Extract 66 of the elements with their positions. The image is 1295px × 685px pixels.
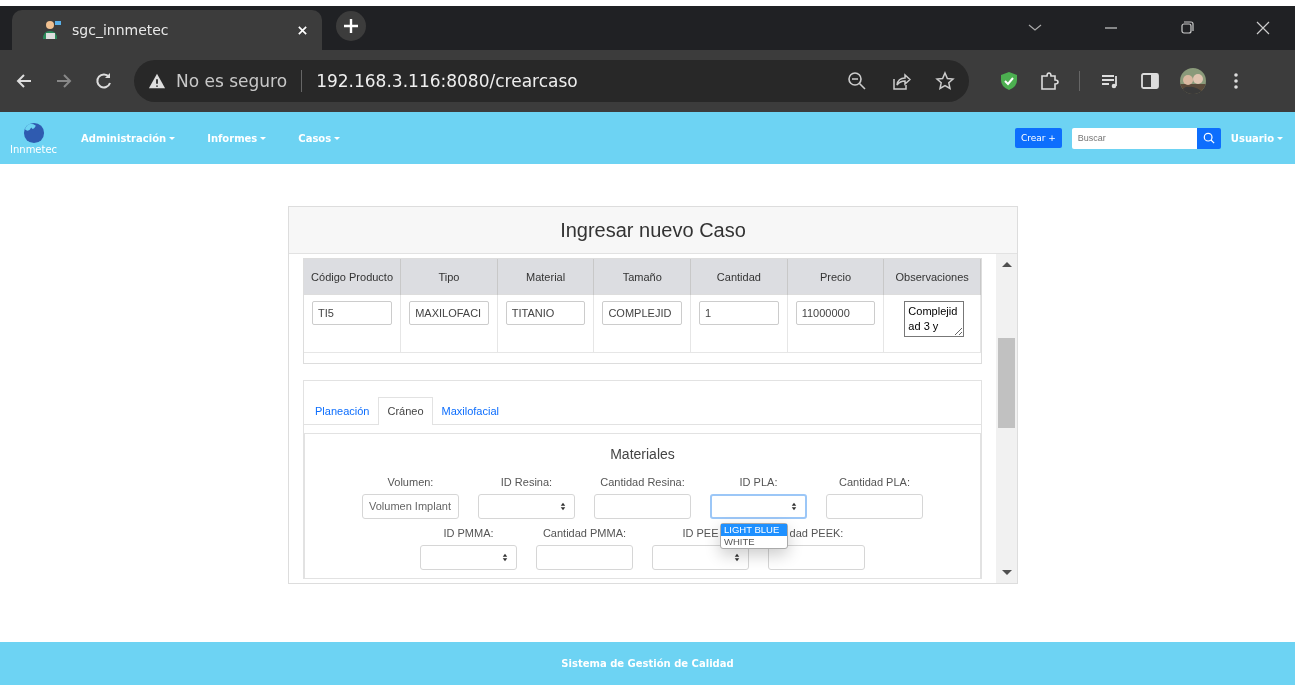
field-label: Cantidad PMMA: — [542, 526, 627, 539]
url-text: 192.168.3.116:8080/crearcaso — [316, 71, 578, 91]
person-laptop-icon — [42, 20, 62, 40]
column-header: Tamaño — [593, 259, 691, 295]
field-label: dad PEEK: — [789, 526, 844, 539]
star-icon[interactable] — [935, 71, 955, 91]
column-header: Material — [497, 259, 594, 295]
column-header: Observaciones — [883, 259, 981, 295]
search-button[interactable] — [1196, 127, 1221, 149]
select-field[interactable] — [420, 544, 517, 570]
scrollbar[interactable] — [996, 254, 1017, 583]
column-header: Código Producto — [304, 259, 401, 295]
warning-icon — [148, 72, 166, 90]
input-field[interactable] — [536, 544, 633, 570]
select-field[interactable] — [710, 493, 807, 519]
table-input[interactable]: TITANIO — [505, 301, 586, 325]
column-header: Tipo — [400, 259, 498, 295]
tab-title: sgc_innmetec — [72, 22, 170, 38]
create-button[interactable]: Crear + — [1014, 128, 1062, 148]
search-icon — [1202, 132, 1215, 144]
tab[interactable]: Cráneo — [378, 396, 433, 425]
dropdown-option[interactable]: WHITE — [721, 535, 787, 548]
tab[interactable]: Planeación — [306, 396, 379, 424]
input-field[interactable] — [768, 544, 865, 570]
sort-arrows-icon — [560, 501, 566, 511]
puzzle-icon[interactable] — [1039, 71, 1059, 91]
column-header: Precio — [787, 259, 884, 295]
zoom-out-icon[interactable] — [847, 71, 867, 91]
select-field[interactable] — [478, 493, 575, 519]
new-tab-icon[interactable] — [336, 10, 366, 41]
share-icon[interactable] — [891, 71, 911, 91]
input-field[interactable] — [594, 493, 691, 519]
field-label: ID Resina: — [500, 475, 553, 488]
reload-icon[interactable] — [94, 71, 114, 91]
sidebar-icon[interactable] — [1140, 71, 1160, 91]
shield-check-icon[interactable] — [999, 71, 1019, 91]
field-label: ID PEE — [682, 526, 719, 539]
address-bar[interactable]: No es seguro 192.168.3.116:8080/crearcaso — [134, 60, 969, 102]
input-field[interactable] — [826, 493, 923, 519]
table-input[interactable]: COMPLEJID — [602, 301, 683, 325]
sort-arrows-icon — [791, 501, 797, 511]
table-input[interactable]: MAXILOFACI — [409, 301, 489, 325]
table-input[interactable]: 1 — [699, 301, 779, 325]
security-label: No es seguro — [176, 71, 288, 91]
table-input[interactable]: 11000000 — [795, 301, 876, 325]
field-label: Cantidad PLA: — [839, 475, 910, 488]
logo-icon[interactable] — [22, 121, 45, 144]
restore-icon[interactable] — [1179, 20, 1195, 36]
card-title: Ingresar nuevo Caso — [560, 218, 746, 242]
sort-arrows-icon — [734, 552, 740, 562]
column-header: Cantidad — [690, 259, 788, 295]
tab[interactable]: Maxilofacial — [432, 396, 508, 424]
close-icon[interactable] — [1255, 20, 1271, 36]
input-field[interactable]: Volumen Implant — [362, 493, 459, 519]
sort-arrows-icon — [502, 552, 508, 562]
observations-field[interactable]: Complejidad 3 y — [904, 301, 965, 337]
field-label: Cantidad Resina: — [600, 475, 685, 488]
footer-text: Sistema de Gestión de Calidad — [561, 658, 734, 669]
browser-tab[interactable]: sgc_innmetec — [12, 10, 322, 50]
section-title: Materiales — [609, 445, 676, 462]
select-field[interactable] — [652, 544, 749, 570]
table-input[interactable]: TI5 — [312, 301, 393, 325]
field-label: ID PMMA: — [443, 526, 494, 539]
field-label: Volumen: — [387, 475, 434, 488]
search-field[interactable]: Buscar — [1071, 127, 1197, 149]
field-label: ID PLA: — [739, 475, 778, 488]
